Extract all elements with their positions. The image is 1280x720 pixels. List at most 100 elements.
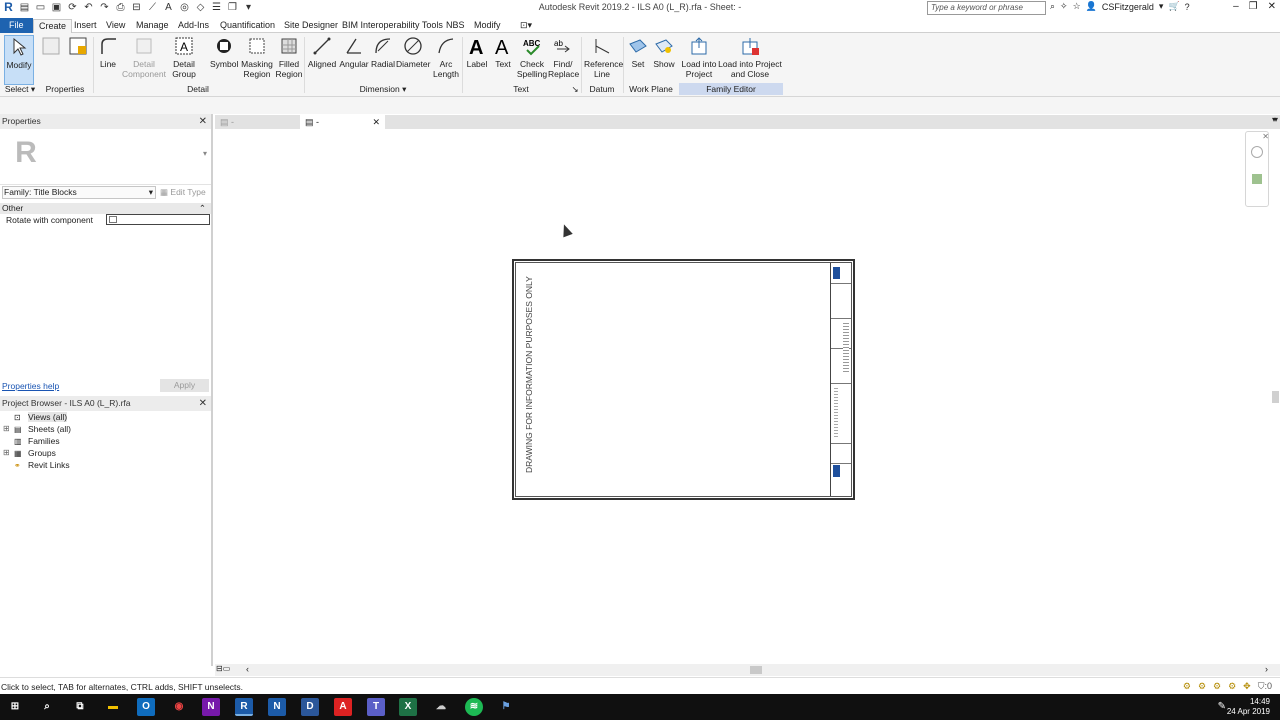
detail-group-button[interactable]: A Detail Group xyxy=(169,35,199,79)
edit-type-button[interactable]: ▦ Edit Type xyxy=(160,186,210,199)
apply-button[interactable]: Apply xyxy=(160,379,209,392)
outlook-icon[interactable]: O xyxy=(137,698,155,716)
type-selector[interactable]: R ▾ xyxy=(0,129,211,185)
radial-dimension-button[interactable]: Radial xyxy=(370,35,396,69)
panel-toggle-icon[interactable]: ⊡▾ xyxy=(515,19,537,33)
detail-component-button[interactable]: Detail Component xyxy=(122,35,166,79)
tab-site-designer[interactable]: Site Designer xyxy=(279,19,343,33)
file-explorer-icon[interactable]: ▬ xyxy=(104,698,122,716)
scroll-left-icon[interactable]: ‹ xyxy=(246,664,249,674)
tree-item-sheets[interactable]: ⊞ ▤ Sheets (all) xyxy=(0,423,211,435)
select-underlay-icon[interactable]: ⚙ xyxy=(1198,681,1206,692)
revit-taskbar-icon[interactable]: R xyxy=(235,698,253,716)
category-other[interactable]: Other ⌃ xyxy=(0,203,211,214)
close-icon[interactable]: ✕ xyxy=(1268,1,1276,12)
select-links-button[interactable] xyxy=(39,35,63,59)
symbol-button[interactable]: Symbol xyxy=(210,35,238,69)
tab-insert[interactable]: Insert xyxy=(69,19,102,33)
family-filter-select[interactable]: Family: Title Blocks ▾ xyxy=(2,186,156,199)
view-tab-sheet[interactable]: ▤ - xyxy=(215,115,300,129)
param-value-cell[interactable] xyxy=(106,214,210,225)
minimize-icon[interactable]: – xyxy=(1233,1,1239,12)
angular-dimension-button[interactable]: Angular xyxy=(338,35,370,69)
filter-icon[interactable]: ⛉:0 xyxy=(1258,681,1272,692)
scroll-right-icon[interactable]: › xyxy=(1265,664,1268,674)
tree-item-views[interactable]: ⊡ Views (all) xyxy=(0,411,211,423)
tree-item-groups[interactable]: ⊞ ▦ Groups xyxy=(0,447,211,459)
properties-help-link[interactable]: Properties help xyxy=(2,381,59,391)
collapse-icon[interactable]: ⌃ xyxy=(199,203,206,214)
pen-icon[interactable]: ✎ xyxy=(1218,701,1226,712)
close-icon[interactable]: ✕ xyxy=(199,396,207,411)
panel-select[interactable]: Select ▾ xyxy=(4,84,36,95)
masking-region-button[interactable]: Masking Region xyxy=(240,35,274,79)
panel-menu-icon[interactable]: ▾ xyxy=(1272,115,1276,124)
close-icon[interactable]: ✕ xyxy=(372,115,380,129)
set-workplane-button[interactable]: Set xyxy=(626,35,650,69)
horizontal-scrollbar[interactable]: ⊟▭ ‹ › xyxy=(215,664,1280,676)
excel-icon[interactable]: X xyxy=(399,698,417,716)
chevron-down-icon[interactable]: ▾ xyxy=(203,149,207,158)
search-icon[interactable]: ⌕ xyxy=(38,698,56,716)
search-input[interactable]: Type a keyword or phrase xyxy=(927,1,1046,15)
filled-region-button[interactable]: Filled Region xyxy=(274,35,304,79)
steering-wheel-icon[interactable] xyxy=(1251,146,1263,158)
diameter-dimension-button[interactable]: Diameter xyxy=(396,35,430,69)
tab-modify[interactable]: Modify xyxy=(469,19,506,33)
check-spelling-button[interactable]: ABC Check Spelling xyxy=(516,35,548,79)
favorites-icon[interactable]: ☆ xyxy=(1073,1,1081,12)
task-view-icon[interactable]: ⧉ xyxy=(71,698,89,716)
expand-icon[interactable]: ⊞ xyxy=(3,447,10,459)
tab-create[interactable]: Create xyxy=(33,19,73,33)
user-icon[interactable]: 👤 xyxy=(1086,1,1097,12)
title-block-sheet[interactable]: DRAWING FOR INFORMATION PURPOSES ONLY xyxy=(512,259,855,500)
load-into-project-close-button[interactable]: Load into Project and Close xyxy=(718,35,782,79)
navisworks-icon[interactable]: N xyxy=(268,698,286,716)
horizontal-scroll-thumb[interactable] xyxy=(750,666,762,674)
dialog-launcher-icon[interactable]: ↘ xyxy=(570,84,580,95)
panel-dimension[interactable]: Dimension ▾ xyxy=(305,84,461,95)
restore-icon[interactable]: ❐ xyxy=(1249,1,1258,12)
app-icon[interactable]: ⚑ xyxy=(497,698,515,716)
select-by-face-icon[interactable]: ⚙ xyxy=(1228,681,1236,692)
select-pinned-icon[interactable]: ⚙ xyxy=(1213,681,1221,692)
type-properties-button[interactable] xyxy=(66,35,90,59)
word-icon[interactable]: D xyxy=(301,698,319,716)
system-clock[interactable]: 14:49 24 Apr 2019 xyxy=(1227,697,1270,717)
tab-add-ins[interactable]: Add-Ins xyxy=(173,19,214,33)
line-button[interactable]: Line xyxy=(94,35,122,69)
zoom-icon[interactable] xyxy=(1252,174,1262,184)
tab-nbs[interactable]: NBS xyxy=(441,19,470,33)
app-icon[interactable]: ☁ xyxy=(432,698,450,716)
tab-manage[interactable]: Manage xyxy=(131,19,174,33)
help-icon[interactable]: ? xyxy=(1185,2,1190,12)
reference-line-button[interactable]: Reference Line xyxy=(584,35,623,79)
autocad-icon[interactable]: A xyxy=(334,698,352,716)
arc-length-button[interactable]: Arc Length xyxy=(431,35,461,79)
aligned-dimension-button[interactable]: Aligned xyxy=(306,35,338,69)
chevron-down-icon[interactable]: ▾ xyxy=(1159,1,1164,12)
subscription-icon[interactable]: ✧ xyxy=(1060,1,1068,12)
cart-icon[interactable]: 🛒 xyxy=(1168,1,1179,12)
onenote-icon[interactable]: N xyxy=(202,698,220,716)
tab-quantification[interactable]: Quantification xyxy=(215,19,280,33)
teams-icon[interactable]: T xyxy=(367,698,385,716)
view-control-icons[interactable]: ⊟▭ xyxy=(216,664,230,673)
user-name[interactable]: CSFitzgerald xyxy=(1102,2,1154,12)
tree-item-families[interactable]: ▥ Families xyxy=(0,435,211,447)
rotate-checkbox[interactable] xyxy=(109,216,117,223)
view-tab-sheet-active[interactable]: ▤ - ✕ xyxy=(300,115,385,129)
label-button[interactable]: A Label xyxy=(464,35,490,69)
show-workplane-button[interactable]: Show xyxy=(651,35,677,69)
binoculars-icon[interactable]: ⌕ xyxy=(1050,1,1055,12)
vertical-scrollbar[interactable]: ▾ xyxy=(1271,115,1280,664)
text-button[interactable]: A Text xyxy=(490,35,516,69)
drawing-canvas[interactable]: DRAWING FOR INFORMATION PURPOSES ONLY xyxy=(215,129,1271,664)
load-into-project-button[interactable]: Load into Project xyxy=(680,35,718,79)
tab-bim-interoperability[interactable]: BIM Interoperability Tools xyxy=(337,19,448,33)
close-icon[interactable]: ✕ xyxy=(199,114,207,129)
expand-icon[interactable]: ⊞ xyxy=(3,423,10,435)
chrome-icon[interactable]: ◉ xyxy=(170,698,188,716)
modify-button[interactable]: Modify xyxy=(4,35,34,85)
tree-item-revit-links[interactable]: ⚭ Revit Links xyxy=(0,459,211,471)
